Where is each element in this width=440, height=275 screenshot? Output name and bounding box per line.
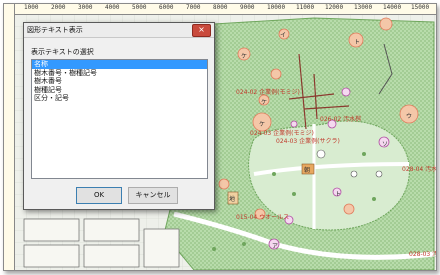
ruler-mark: 14000 — [383, 4, 402, 11]
text-display-dialog: 図形テキスト表示 × 表示テキストの選択 名称 樹木番号・樹種記号 樹木番号 樹… — [23, 22, 215, 210]
tree-glyph: ト — [354, 39, 361, 46]
ruler-mark: 7000 — [186, 4, 201, 11]
tree-glyph: ト — [335, 191, 342, 198]
tree-glyph: ケ — [241, 53, 248, 60]
tree-glyph: ソ — [382, 141, 389, 148]
close-button[interactable]: × — [192, 24, 211, 37]
map-annotation: 026-02 汚水桝 — [320, 116, 362, 123]
ruler-mark: 15000 — [411, 4, 430, 11]
map-annotation: 024-03 企業例(サクラ) — [276, 138, 340, 145]
list-item-name[interactable]: 名称 — [32, 60, 207, 69]
list-item-tree-number[interactable]: 樹木番号 — [32, 77, 207, 86]
list-item-tree-number-species[interactable]: 樹木番号・樹種記号 — [32, 69, 207, 78]
ruler-mark: 1000 — [24, 4, 39, 11]
dialog-title: 図形テキスト表示 — [27, 26, 83, 34]
ok-button[interactable]: OK — [76, 187, 122, 204]
ruler-mark: 4000 — [105, 4, 120, 11]
tree-glyph: ウ — [406, 113, 413, 120]
ruler-mark: 6000 — [159, 4, 174, 11]
list-item-category-code[interactable]: 区分・記号 — [32, 94, 207, 103]
map-annotation: 024-02 企業例(モミジ) — [236, 89, 300, 96]
selection-label: 表示テキストの選択 — [31, 48, 94, 56]
map-annotation: 015-04 ウオールス — [236, 214, 290, 221]
app-window: イ ケ ケ ト ソ ウ ケ 朝 地 ト ア 024-02 企業例(モミジ) 02… — [3, 3, 437, 271]
tree-glyph: ア — [272, 243, 279, 250]
ruler-mark: 12000 — [325, 4, 344, 11]
horizontal-ruler: 1000 2000 3000 4000 5000 6000 7000 8000 … — [4, 4, 436, 15]
ruler-mark: 10000 — [267, 4, 286, 11]
tree-glyph: イ — [280, 32, 287, 39]
cancel-button[interactable]: キャンセル — [128, 187, 178, 204]
text-option-listbox[interactable]: 名称 樹木番号・樹種記号 樹木番号 樹種記号 区分・記号 — [31, 59, 208, 179]
vertical-ruler — [4, 4, 15, 270]
ruler-mark: 9000 — [240, 4, 255, 11]
map-annotation: 028-03 汚 — [409, 251, 437, 258]
ruler-mark: 11000 — [296, 4, 315, 11]
tree-glyph: 地 — [229, 196, 236, 203]
tree-glyph: ケ — [259, 121, 266, 128]
dialog-titlebar[interactable]: 図形テキスト表示 × — [24, 23, 214, 38]
ruler-mark: 13000 — [354, 4, 373, 11]
tree-glyph: ケ — [261, 99, 268, 106]
ruler-mark: 8000 — [213, 4, 228, 11]
tree-glyph: 朝 — [304, 167, 311, 174]
ruler-mark: 3000 — [78, 4, 93, 11]
ruler-mark: 5000 — [132, 4, 147, 11]
list-item-species-code[interactable]: 樹種記号 — [32, 86, 207, 95]
map-annotation: 028-04 汚水 — [402, 166, 437, 173]
ruler-mark: 2000 — [51, 4, 66, 11]
